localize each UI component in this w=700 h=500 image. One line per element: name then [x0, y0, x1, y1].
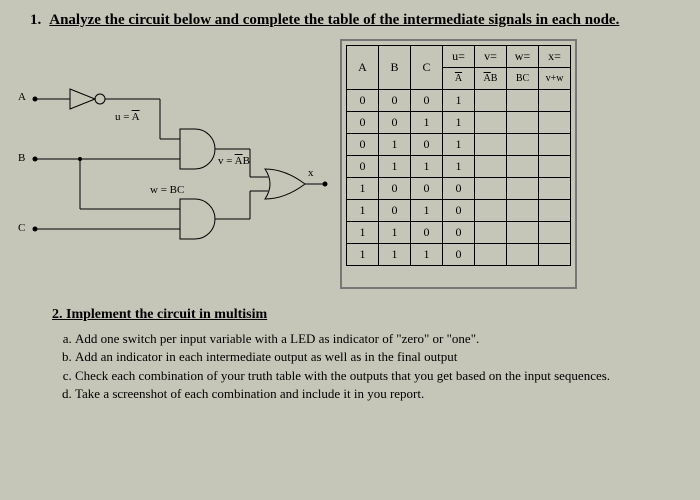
- th-c: C: [411, 46, 443, 90]
- cell-empty: [507, 244, 539, 266]
- q2-number: 2.: [52, 307, 63, 322]
- table-row: 1110: [347, 244, 571, 266]
- q1-text: Analyze the circuit below and complete t…: [49, 12, 619, 29]
- th-w: w=: [507, 46, 539, 68]
- label-w: w = BC: [150, 184, 184, 196]
- th2-v: AB: [475, 68, 507, 90]
- cell: 1: [411, 200, 443, 222]
- cell: 0: [411, 134, 443, 156]
- question-1-header: 1. Analyze the circuit below and complet…: [30, 12, 670, 29]
- cell-u: 1: [443, 156, 475, 178]
- cell: 1: [347, 200, 379, 222]
- table-row: 1000: [347, 178, 571, 200]
- cell-empty: [507, 156, 539, 178]
- cell-empty: [507, 222, 539, 244]
- cell: 0: [411, 178, 443, 200]
- cell-empty: [539, 200, 571, 222]
- cell-u: 1: [443, 90, 475, 112]
- table-row: 0101: [347, 134, 571, 156]
- cell: 0: [379, 112, 411, 134]
- cell-u: 0: [443, 200, 475, 222]
- table-row: 0001: [347, 90, 571, 112]
- truth-table-wrap: A B C u= v= w= x= A AB BC v+w 0001001101…: [340, 39, 577, 289]
- cell: 1: [411, 244, 443, 266]
- label-u: u = A: [115, 111, 140, 123]
- cell: 1: [347, 222, 379, 244]
- cell-empty: [539, 178, 571, 200]
- cell: 0: [347, 134, 379, 156]
- cell: 1: [411, 156, 443, 178]
- cell: 1: [379, 222, 411, 244]
- th2-x: v+w: [539, 68, 571, 90]
- table-row: 1100: [347, 222, 571, 244]
- th-x: x=: [539, 46, 571, 68]
- th-b: B: [379, 46, 411, 90]
- table-row: 1010: [347, 200, 571, 222]
- cell-empty: [539, 156, 571, 178]
- cell: 0: [347, 90, 379, 112]
- content-row: A B C u = A v = AB w = BC x A B C u= v= …: [30, 39, 670, 289]
- label-b: B: [18, 152, 25, 164]
- label-a: A: [18, 91, 26, 103]
- question-2-header: 2. Implement the circuit in multisim: [52, 307, 670, 323]
- cell-empty: [475, 156, 507, 178]
- cell: 0: [379, 200, 411, 222]
- label-x: x: [308, 167, 314, 179]
- label-v: v = AB: [218, 155, 250, 167]
- q2-list: Add one switch per input variable with a…: [75, 331, 670, 402]
- truth-table: A B C u= v= w= x= A AB BC v+w 0001001101…: [346, 45, 571, 266]
- circuit-diagram: A B C u = A v = AB w = BC x: [30, 69, 330, 289]
- cell-empty: [475, 134, 507, 156]
- list-item: Check each combination of your truth tab…: [75, 368, 670, 384]
- q1-number: 1.: [30, 12, 41, 29]
- cell: 0: [347, 112, 379, 134]
- table-row: 0011: [347, 112, 571, 134]
- cell-u: 0: [443, 178, 475, 200]
- cell-empty: [539, 244, 571, 266]
- cell-empty: [475, 178, 507, 200]
- cell: 0: [411, 90, 443, 112]
- cell-u: 0: [443, 222, 475, 244]
- list-item: Add an indicator in each intermediate ou…: [75, 349, 670, 365]
- cell: 0: [379, 90, 411, 112]
- th-v: v=: [475, 46, 507, 68]
- cell-empty: [507, 134, 539, 156]
- cell: 0: [347, 156, 379, 178]
- cell-u: 0: [443, 244, 475, 266]
- cell-empty: [507, 112, 539, 134]
- label-c: C: [18, 222, 25, 234]
- cell: 0: [379, 178, 411, 200]
- table-row: 0111: [347, 156, 571, 178]
- cell: 1: [379, 156, 411, 178]
- header-row-1: A B C u= v= w= x=: [347, 46, 571, 68]
- th-u: u=: [443, 46, 475, 68]
- cell-empty: [475, 90, 507, 112]
- q2-text: Implement the circuit in multisim: [66, 307, 267, 322]
- cell-empty: [539, 112, 571, 134]
- cell: 1: [347, 178, 379, 200]
- cell: 1: [379, 134, 411, 156]
- cell-empty: [539, 222, 571, 244]
- th2-u: A: [443, 68, 475, 90]
- list-item: Add one switch per input variable with a…: [75, 331, 670, 347]
- cell-empty: [475, 112, 507, 134]
- list-item: Take a screenshot of each combination an…: [75, 386, 670, 402]
- cell-empty: [507, 90, 539, 112]
- cell: 1: [411, 112, 443, 134]
- cell: 0: [411, 222, 443, 244]
- cell-u: 1: [443, 112, 475, 134]
- cell-empty: [539, 134, 571, 156]
- cell-empty: [475, 200, 507, 222]
- th2-w: BC: [507, 68, 539, 90]
- cell-empty: [475, 244, 507, 266]
- cell: 1: [347, 244, 379, 266]
- cell-u: 1: [443, 134, 475, 156]
- cell-empty: [507, 200, 539, 222]
- cell-empty: [539, 90, 571, 112]
- cell: 1: [379, 244, 411, 266]
- th-a: A: [347, 46, 379, 90]
- cell-empty: [507, 178, 539, 200]
- cell-empty: [475, 222, 507, 244]
